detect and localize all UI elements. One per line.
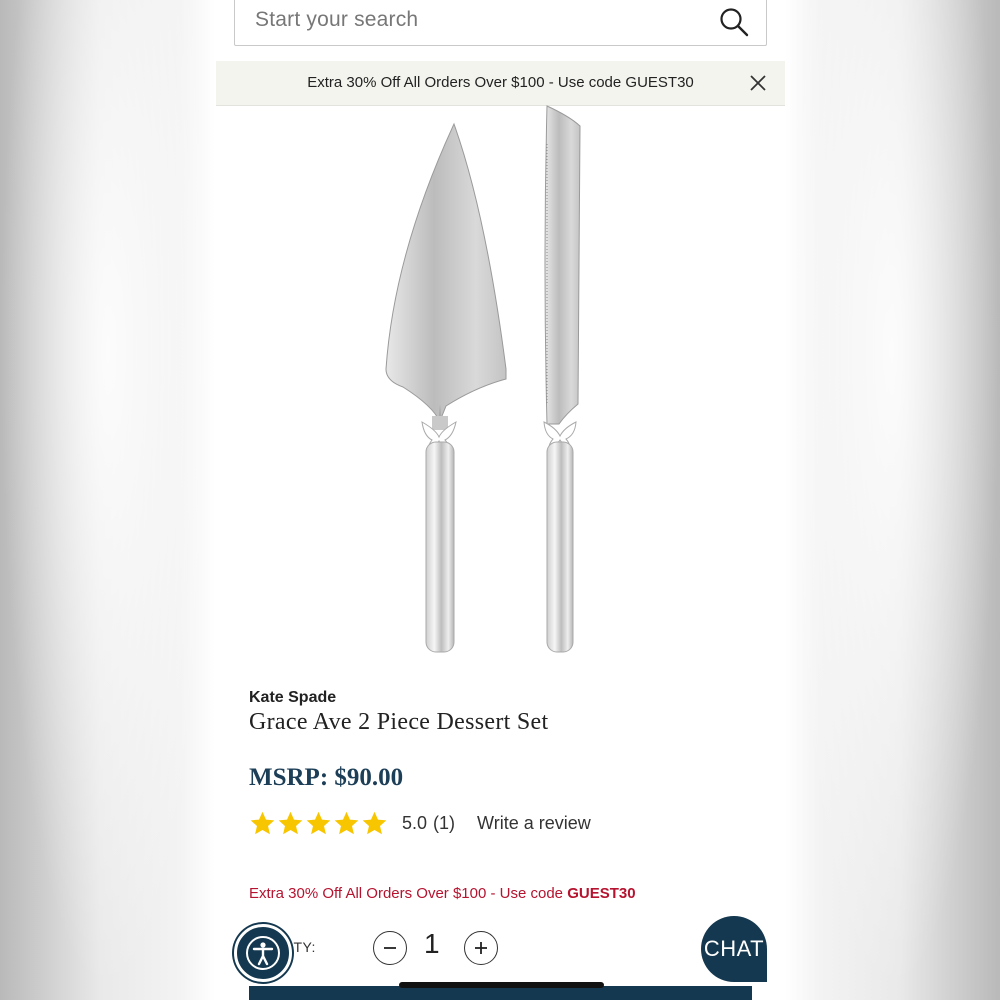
- add-to-bag-button[interactable]: [249, 986, 752, 1000]
- phone-screen: Start your search Extra 30% Off All Orde…: [216, 0, 785, 1000]
- home-indicator: [399, 982, 604, 988]
- search-placeholder: Start your search: [255, 8, 419, 31]
- chat-button[interactable]: CHAT: [701, 916, 767, 982]
- rating-value: 5.0: [402, 812, 428, 833]
- star-icon: [250, 811, 275, 834]
- close-icon[interactable]: [749, 74, 767, 92]
- rating-stars[interactable]: [249, 810, 388, 837]
- star-icon: [334, 811, 359, 834]
- promo-inline-text: Extra 30% Off All Orders Over $100 - Use…: [249, 885, 636, 902]
- search-icon[interactable]: [718, 6, 750, 38]
- search-input[interactable]: Start your search: [234, 0, 767, 46]
- quantity-increase-button[interactable]: [464, 931, 498, 965]
- product-image: [385, 105, 581, 653]
- product-price: MSRP: $90.00: [249, 764, 404, 791]
- accessibility-button[interactable]: [234, 924, 292, 982]
- background-right: [784, 0, 1000, 1000]
- plus-icon: [475, 942, 487, 954]
- accessibility-icon: [246, 936, 280, 970]
- star-icon: [362, 811, 387, 834]
- promo-banner: Extra 30% Off All Orders Over $100 - Use…: [216, 61, 785, 106]
- product-brand[interactable]: Kate Spade: [249, 689, 336, 707]
- quantity-decrease-button[interactable]: [373, 931, 407, 965]
- chat-label: CHAT: [703, 936, 765, 961]
- star-icon: [278, 811, 303, 834]
- promo-code: GUEST30: [567, 885, 636, 902]
- write-review-link[interactable]: Write a review: [477, 813, 591, 834]
- background-left: [0, 0, 216, 1000]
- minus-icon: [384, 947, 396, 949]
- star-icon: [306, 811, 331, 834]
- promo-inline-prefix: Extra 30% Off All Orders Over $100 - Use…: [249, 885, 568, 902]
- review-count[interactable]: (1): [433, 813, 455, 834]
- product-title: Grace Ave 2 Piece Dessert Set: [249, 709, 549, 735]
- quantity-value[interactable]: 1: [424, 928, 440, 960]
- promo-banner-text: Extra 30% Off All Orders Over $100 - Use…: [307, 74, 694, 91]
- rating-row: 5.0 (1) Write a review: [249, 808, 591, 838]
